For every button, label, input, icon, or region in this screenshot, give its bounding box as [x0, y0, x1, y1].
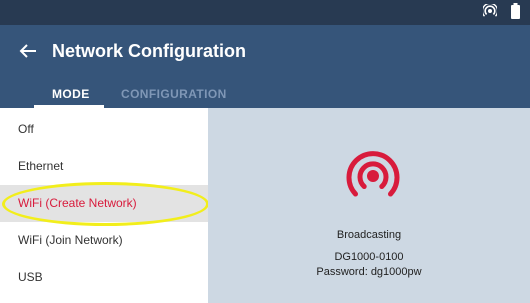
tab-configuration[interactable]: CONFIGURATION: [121, 87, 227, 101]
broadcast-status-text: Broadcasting: [336, 229, 402, 241]
mode-item-ethernet[interactable]: Ethernet: [0, 148, 208, 185]
battery-icon: [511, 3, 520, 24]
mode-item-wifi-join[interactable]: WiFi (Join Network): [0, 222, 208, 259]
page-title: Network Configuration: [52, 41, 246, 61]
tab-bar: MODE CONFIGURATION: [0, 81, 530, 108]
mode-item-usb[interactable]: USB: [0, 259, 208, 296]
status-bar: [0, 0, 530, 25]
back-arrow-icon[interactable]: [16, 39, 40, 63]
mode-list: Off Ethernet WiFi (Create Network) WiFi …: [0, 108, 208, 303]
broadcast-icon: [341, 150, 405, 202]
network-name: DG1000-0100: [334, 251, 404, 263]
app-bar: Network Configuration MODE CONFIGURATION: [0, 25, 530, 108]
mode-item-off[interactable]: Off: [0, 111, 208, 148]
broadcast-status-icon: [481, 2, 499, 23]
status-panel: Broadcasting DG1000-0100 Password: dg100…: [208, 108, 530, 303]
network-password: Password: dg1000pw: [316, 266, 422, 278]
mode-item-wifi-create[interactable]: WiFi (Create Network): [0, 185, 208, 222]
tab-mode[interactable]: MODE: [52, 87, 90, 101]
